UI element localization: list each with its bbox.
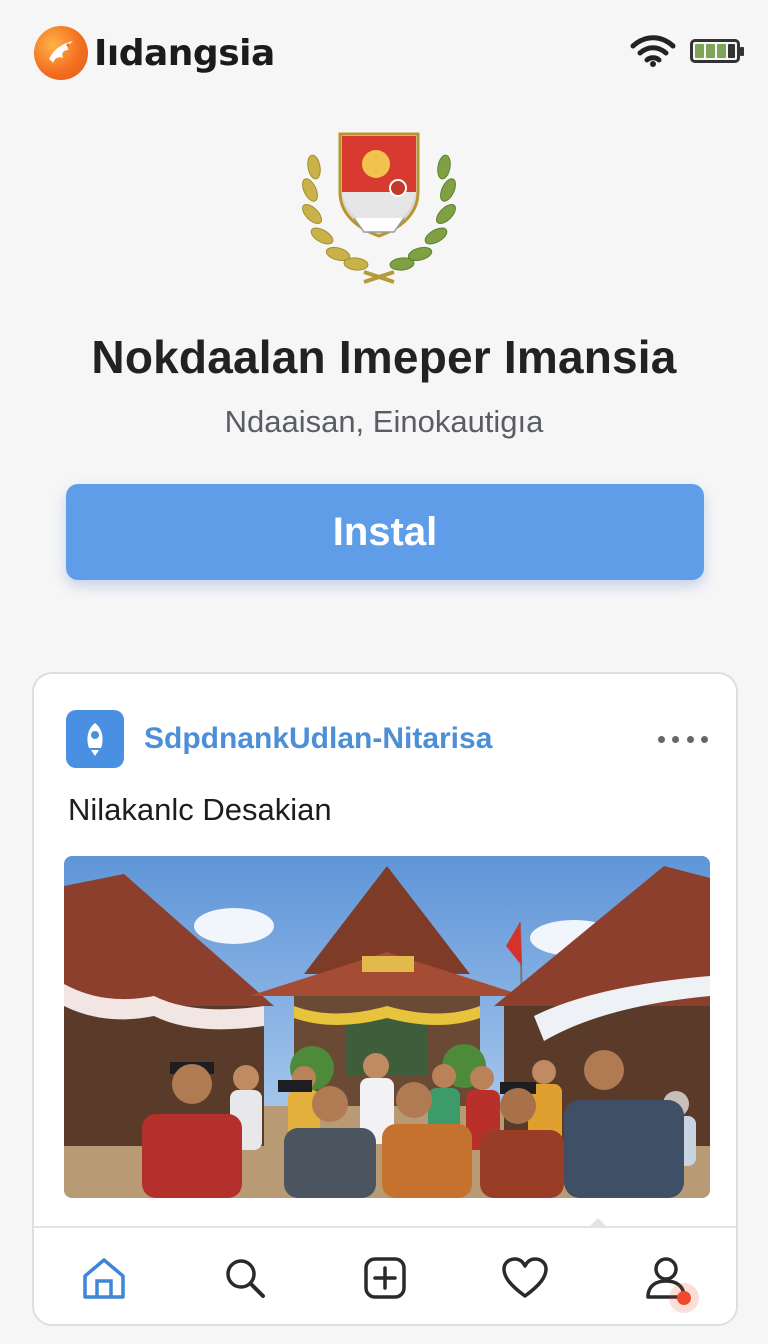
add-icon[interactable] [350, 1243, 420, 1313]
status-icons [630, 34, 744, 68]
nav-caret [590, 1218, 606, 1226]
post-caption: Nilakanlc Desakian [68, 792, 332, 827]
post-card: SdpdnankUdlan-Nitarisa Nilakanlc Desakia… [32, 672, 738, 1326]
bottom-nav [34, 1226, 736, 1324]
battery-icon [690, 39, 744, 63]
village-gathering-photo[interactable] [64, 856, 710, 1198]
install-button[interactable]: Instal [66, 484, 704, 580]
notification-dot [676, 1291, 691, 1305]
more-dots-icon[interactable] [658, 724, 708, 754]
brand[interactable]: Iıdangsia [34, 26, 275, 80]
rocket-icon[interactable] [66, 710, 124, 768]
top-bar: Iıdangsia [0, 0, 768, 110]
profile-icon[interactable] [631, 1243, 701, 1313]
wifi-icon [630, 35, 676, 67]
phoenix-logo-icon [34, 26, 88, 80]
post-header: SdpdnankUdlan-Nitarisa [66, 710, 708, 768]
national-emblem-icon [302, 132, 456, 284]
home-icon[interactable] [69, 1243, 139, 1313]
app-title: Nokdaalan Imeper Imansia [91, 331, 677, 383]
search-icon[interactable] [210, 1243, 280, 1313]
post-author-link[interactable]: SdpdnankUdlan-Nitarisa [144, 722, 658, 756]
heart-icon[interactable] [490, 1243, 560, 1313]
brand-name: Iıdangsia [94, 32, 275, 74]
app-subtitle: Ndaaisan, Einokautigıa [224, 404, 544, 439]
